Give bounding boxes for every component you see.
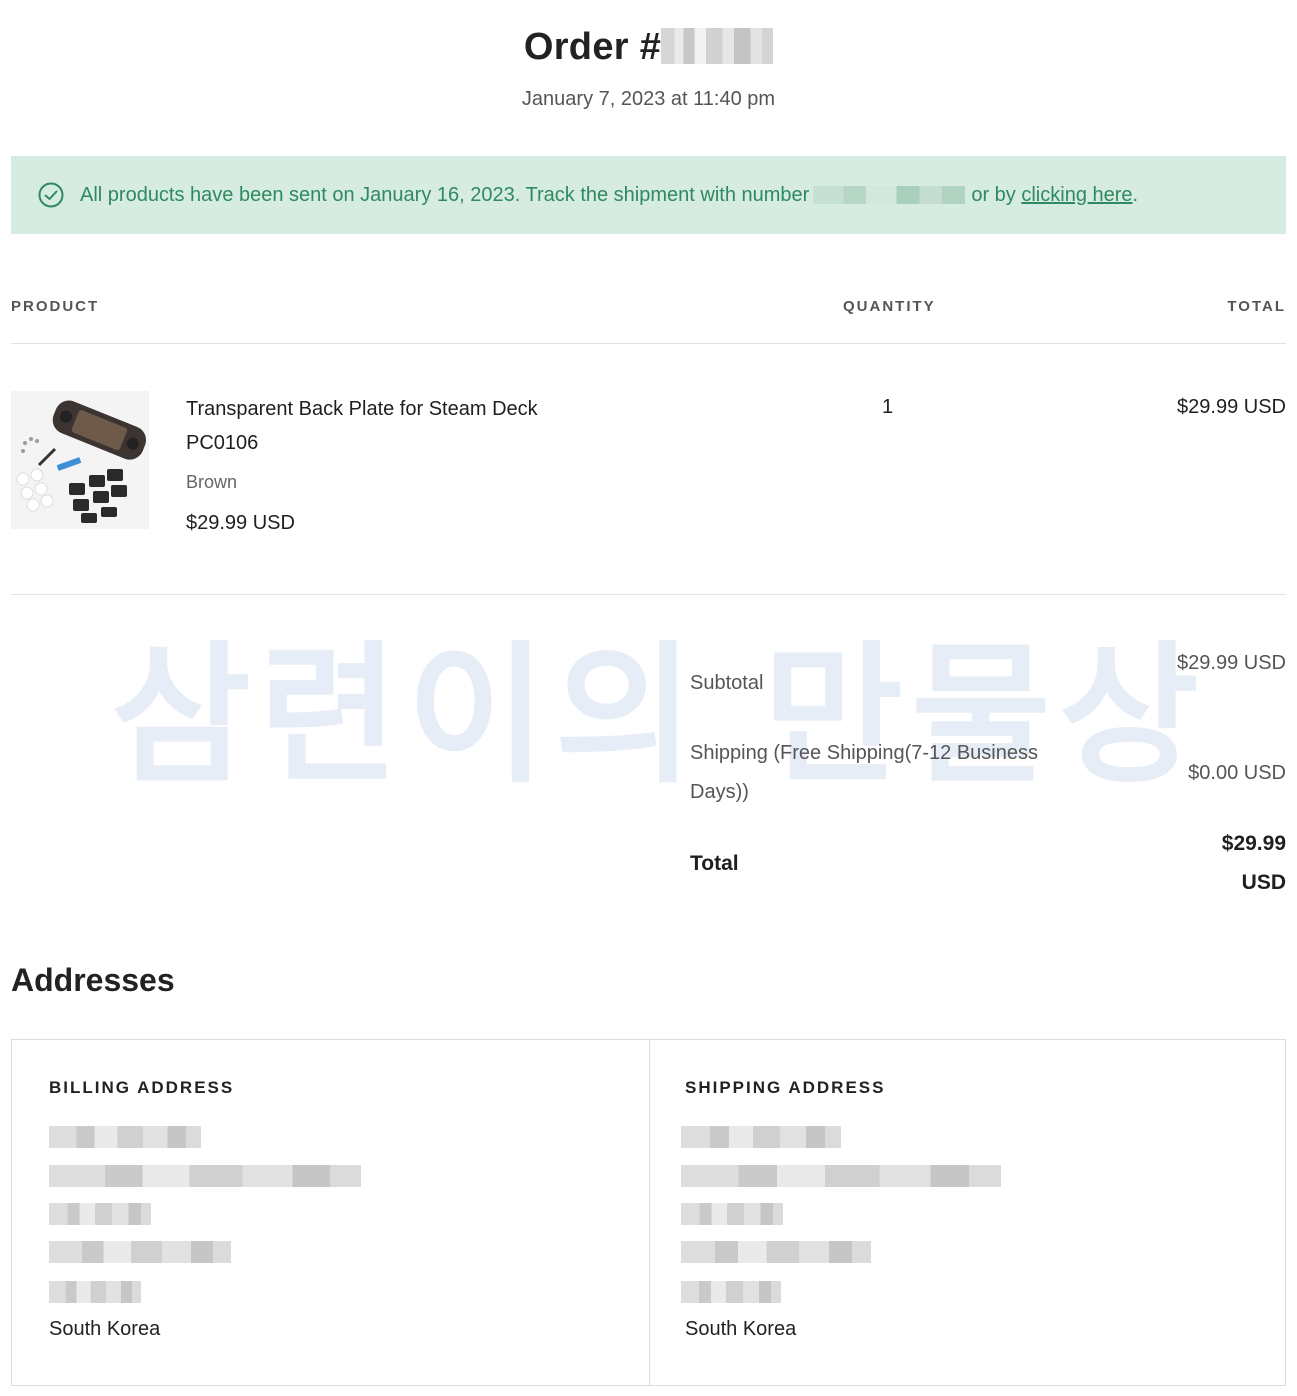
header-quantity: QUANTITY [843, 298, 936, 315]
order-title: Order # [11, 22, 1286, 72]
redacted-tracking-number [813, 186, 966, 204]
redacted-line [681, 1203, 783, 1225]
product-image[interactable] [11, 391, 149, 529]
shipping-value: $0.00 USD [1188, 762, 1286, 784]
billing-country: South Korea [49, 1318, 161, 1340]
product-quantity: 1 [882, 396, 894, 418]
check-circle-icon [38, 182, 64, 208]
header-total: TOTAL [1227, 298, 1286, 315]
order-date: January 7, 2023 at 11:40 pm [521, 88, 776, 110]
redacted-line [49, 1165, 361, 1187]
redacted-order-number [661, 27, 774, 64]
header-divider [11, 343, 1286, 344]
total-value: $29.99 USD [1221, 832, 1286, 894]
notice-text: All products have been sent on January 1… [80, 183, 810, 206]
subtotal-value: $29.99 USD [1177, 652, 1286, 674]
track-shipment-link[interactable]: clicking here [1021, 184, 1132, 207]
product-name[interactable]: Transparent Back Plate for Steam Deck PC… [186, 392, 586, 460]
order-title-text: Order # [523, 26, 662, 68]
redacted-line [49, 1281, 141, 1303]
billing-address-heading: BILLING ADDRESS [49, 1078, 235, 1097]
shipping-country: South Korea [685, 1318, 797, 1340]
notice-text-middle: or by [971, 183, 1016, 206]
shipping-label: Shipping (Free Shipping(7-12 Business Da… [690, 742, 1038, 803]
row-divider [11, 594, 1286, 595]
product-price: $29.99 USD [186, 512, 295, 534]
redacted-line [49, 1126, 201, 1148]
table-header: PRODUCT QUANTITY TOTAL [11, 290, 1286, 324]
product-total: $29.99 USD [1177, 396, 1286, 418]
redacted-line [681, 1241, 871, 1263]
addresses-title: Addresses [11, 962, 175, 998]
table-row: Transparent Back Plate for Steam Deck PC… [11, 388, 1286, 558]
redacted-line [681, 1165, 1001, 1187]
shipping-address: SHIPPING ADDRESS South Korea [648, 1040, 1248, 1385]
redacted-line [681, 1126, 841, 1148]
addresses-box: BILLING ADDRESS South Korea SHIPPING ADD… [11, 1039, 1286, 1386]
shipping-address-heading: SHIPPING ADDRESS [685, 1078, 886, 1097]
product-variant: Brown [186, 472, 238, 492]
header-product: PRODUCT [11, 298, 100, 315]
shipment-notice: All products have been sent on January 1… [11, 156, 1286, 234]
notice-text-end: . [1132, 183, 1139, 206]
redacted-line [681, 1281, 781, 1303]
redacted-line [49, 1241, 231, 1263]
subtotal-label: Subtotal [690, 672, 764, 694]
billing-address: BILLING ADDRESS South Korea [12, 1040, 612, 1385]
redacted-line [49, 1203, 151, 1225]
total-label: Total [690, 852, 739, 875]
